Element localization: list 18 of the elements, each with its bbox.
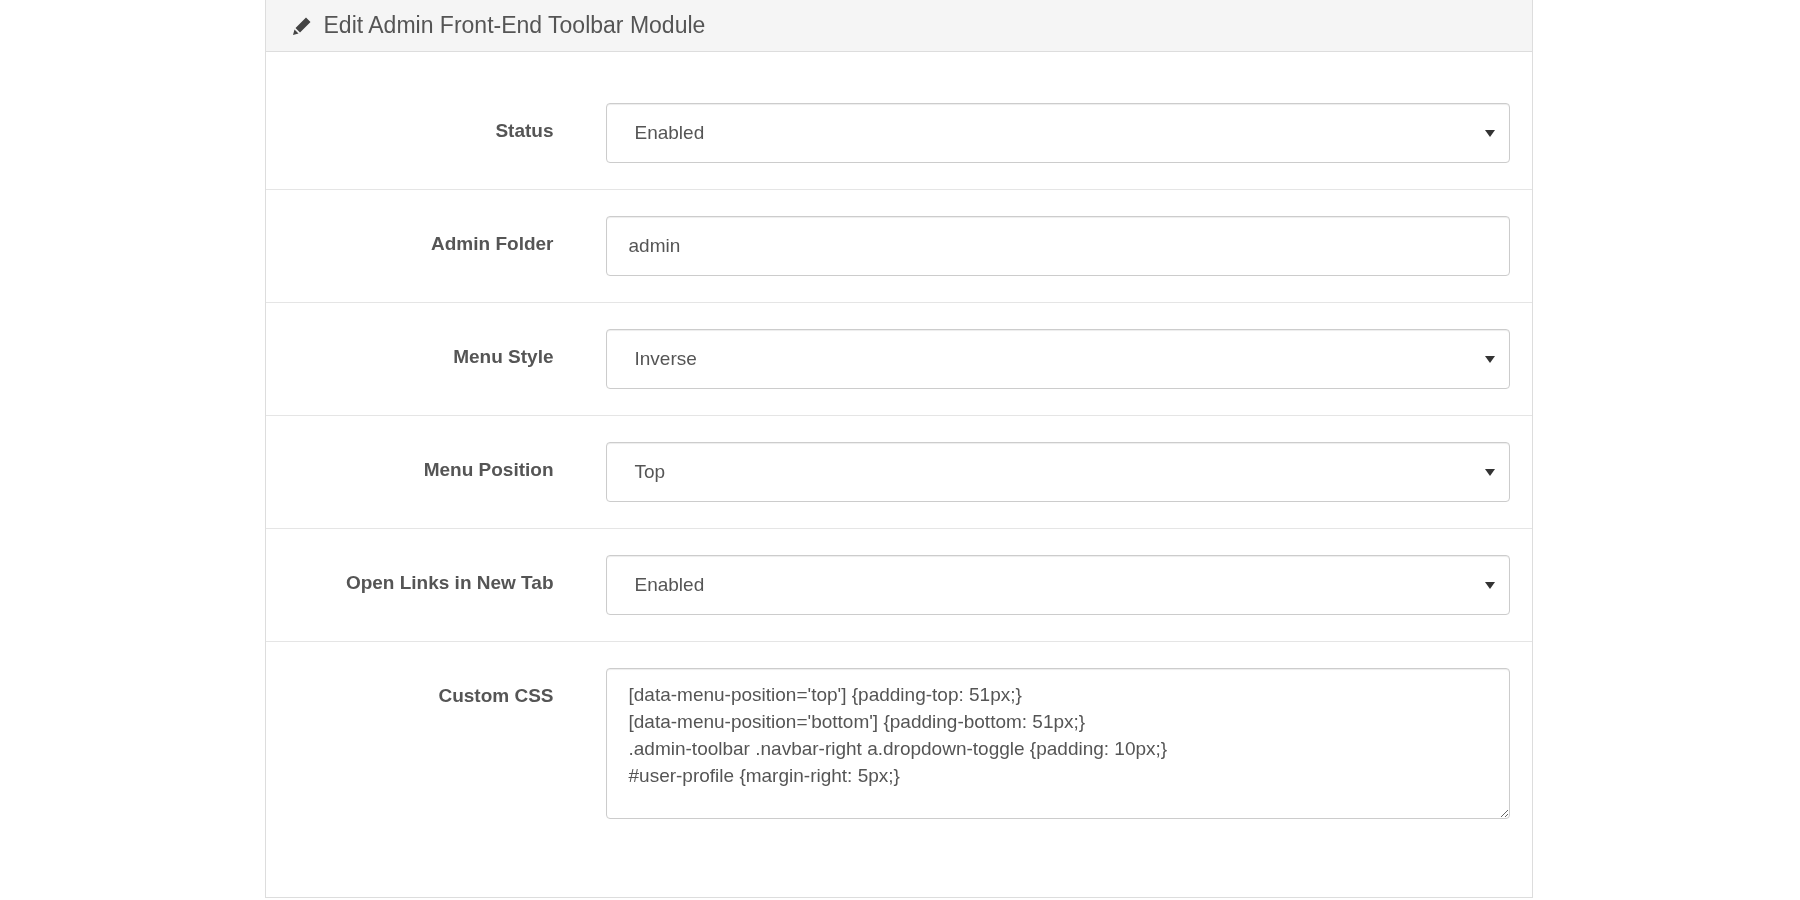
select-field[interactable]: Inverse — [605, 329, 1510, 389]
caret-icon — [1484, 468, 1495, 476]
field-label: Menu Style — [453, 345, 554, 369]
caret-icon — [1484, 355, 1495, 363]
field-label: Custom CSS — [438, 684, 554, 708]
select-field[interactable]: Top — [605, 442, 1510, 502]
select-field[interactable]: Enabled — [605, 103, 1510, 163]
textarea-field[interactable]: [data-menu-position='top'] {padding-top: 51px;} [data-menu-position='bottom'] {padding-bottom: 51px;} .admin-toolbar .navbar-right a.dropdown-toggle {padding: 10px;} #user-profile {margin-right: 5px;} — [605, 668, 1510, 819]
select-field[interactable]: Enabled — [605, 555, 1510, 615]
field-label: Admin Folder — [431, 232, 554, 256]
input-field[interactable]: admin — [605, 216, 1510, 276]
field-label: Status — [495, 119, 554, 143]
panel-title: Edit Admin Front-End Toolbar Module — [323, 12, 706, 39]
pencil-icon — [291, 15, 312, 36]
field-label: Menu Position — [423, 458, 554, 482]
caret-icon — [1484, 581, 1495, 589]
field-label: Open Links in New Tab — [345, 571, 554, 595]
caret-icon — [1484, 129, 1495, 137]
